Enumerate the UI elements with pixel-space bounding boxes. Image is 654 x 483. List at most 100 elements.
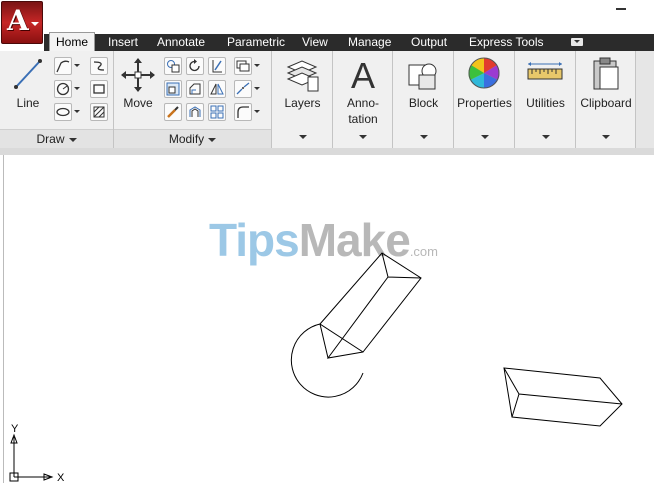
array-icon: [210, 105, 224, 119]
ellipse-icon: [56, 107, 70, 117]
block-icon: [408, 63, 437, 90]
trim-button[interactable]: [208, 57, 226, 75]
move-tool-label: Move: [123, 96, 153, 110]
circle-segment: [290, 323, 364, 398]
text-icon: A: [350, 55, 375, 96]
block-button[interactable]: Block: [393, 55, 454, 145]
match-properties-button[interactable]: [164, 103, 182, 121]
tab-view[interactable]: View: [302, 34, 328, 51]
drawing-geometry: [290, 252, 623, 427]
line-tool-button[interactable]: Line: [6, 55, 50, 129]
block-label: Block: [408, 96, 439, 110]
ucs-y-label: Y: [11, 423, 19, 435]
offset-button[interactable]: [186, 103, 204, 121]
ribbon: Line Draw Move Modify Layers A Anno- tat…: [0, 51, 654, 149]
explode-dropdown[interactable]: [253, 80, 261, 98]
utilities-button[interactable]: Utilities: [515, 55, 576, 145]
layers-panel[interactable]: Layers: [272, 51, 333, 148]
ucs-x-label: X: [57, 472, 65, 483]
erase-button[interactable]: [234, 57, 252, 75]
minimize-ribbon-button[interactable]: [571, 38, 583, 46]
ribbon-divider: [0, 148, 654, 155]
color-wheel-icon: [468, 57, 500, 89]
rectangle-button[interactable]: [90, 80, 108, 98]
chevron-down-icon: [541, 135, 550, 139]
polyline-dropdown[interactable]: [73, 57, 81, 75]
draw-panel: Line Draw: [0, 51, 114, 148]
chevron-down-icon: [298, 135, 307, 139]
clipboard-icon: [593, 57, 619, 90]
circle-button[interactable]: [54, 80, 72, 98]
draw-panel-title: Draw: [36, 132, 65, 146]
polyline-button[interactable]: [54, 57, 72, 75]
annotation-label-2: tation: [348, 112, 378, 126]
scale-icon: [189, 83, 201, 95]
mirror-button[interactable]: [186, 80, 204, 98]
prism-2-edges: [503, 367, 623, 418]
layers-label: Layers: [284, 96, 321, 110]
layers-button[interactable]: Layers: [272, 55, 333, 145]
layers-icon: [286, 60, 319, 92]
tab-manage[interactable]: Manage: [348, 34, 391, 51]
chevron-down-icon: [31, 22, 39, 26]
stretch-button[interactable]: [164, 80, 182, 98]
modify-panel: Move Modify: [114, 51, 272, 148]
mirror2-button[interactable]: [208, 80, 226, 98]
autocad-logo-icon: A: [7, 4, 29, 37]
hatch-button[interactable]: [90, 103, 108, 121]
rectangle-icon: [93, 84, 105, 94]
ribbon-tab-bar: Home Insert Annotate Parametric View Man…: [44, 32, 654, 51]
properties-button[interactable]: Properties: [454, 55, 515, 145]
hatch-icon: [93, 106, 105, 118]
move-icon: [121, 58, 155, 92]
prism-shape-2: [503, 367, 623, 427]
annotation-label-1: Anno-: [346, 96, 380, 110]
mirror-icon: [210, 83, 224, 95]
trim-icon: [212, 60, 222, 73]
arc-dropdown[interactable]: [73, 103, 81, 121]
clipboard-panel[interactable]: Clipboard: [576, 51, 636, 148]
ucs-icon: Y X: [9, 423, 65, 483]
modify-panel-title: Modify: [168, 132, 205, 146]
array-button[interactable]: [208, 103, 226, 121]
utilities-label: Utilities: [526, 96, 565, 110]
fillet-button[interactable]: [234, 103, 252, 121]
tab-insert[interactable]: Insert: [108, 34, 138, 51]
drawing-canvas[interactable]: TipsMake.com Y X: [3, 155, 654, 483]
properties-panel[interactable]: Properties: [454, 51, 515, 148]
tab-output[interactable]: Output: [411, 34, 447, 51]
tab-express-tools[interactable]: Express Tools: [469, 34, 543, 51]
ruler-icon: [527, 62, 563, 80]
explode-button[interactable]: [234, 80, 252, 98]
annotation-panel[interactable]: A Anno- tation: [333, 51, 393, 148]
utilities-panel[interactable]: Utilities: [515, 51, 576, 148]
annotation-button[interactable]: A Anno- tation: [333, 55, 393, 145]
prism-shape-1: [319, 252, 422, 353]
modify-panel-footer[interactable]: Modify: [114, 129, 271, 148]
stretch-icon: [166, 82, 180, 96]
copy-button[interactable]: [164, 57, 182, 75]
rotate-button[interactable]: [186, 57, 204, 75]
minimize-button[interactable]: [616, 8, 626, 10]
chevron-down-icon: [208, 137, 217, 142]
tab-home[interactable]: Home: [49, 32, 96, 51]
tab-parametric[interactable]: Parametric: [227, 34, 285, 51]
spline-button[interactable]: [90, 57, 108, 75]
clipboard-label: Clipboard: [580, 96, 632, 110]
properties-label: Properties: [457, 96, 512, 110]
draw-panel-footer[interactable]: Draw: [0, 129, 113, 148]
line-tool-label: Line: [16, 96, 40, 110]
tab-annotate[interactable]: Annotate: [157, 34, 205, 51]
clipboard-button[interactable]: Clipboard: [576, 55, 636, 145]
application-menu-button[interactable]: A: [1, 1, 43, 44]
break-line-icon: [236, 82, 250, 95]
chevron-down-icon: [602, 135, 610, 139]
arc-button[interactable]: [54, 103, 72, 121]
layer-stack-icon: [236, 60, 250, 72]
fillet-dropdown[interactable]: [253, 103, 261, 121]
ribbon-overflow-area: [636, 51, 654, 148]
circle-dropdown[interactable]: [73, 80, 81, 98]
block-panel[interactable]: Block: [393, 51, 454, 148]
move-tool-button[interactable]: Move: [118, 55, 158, 129]
erase-dropdown[interactable]: [253, 57, 261, 75]
